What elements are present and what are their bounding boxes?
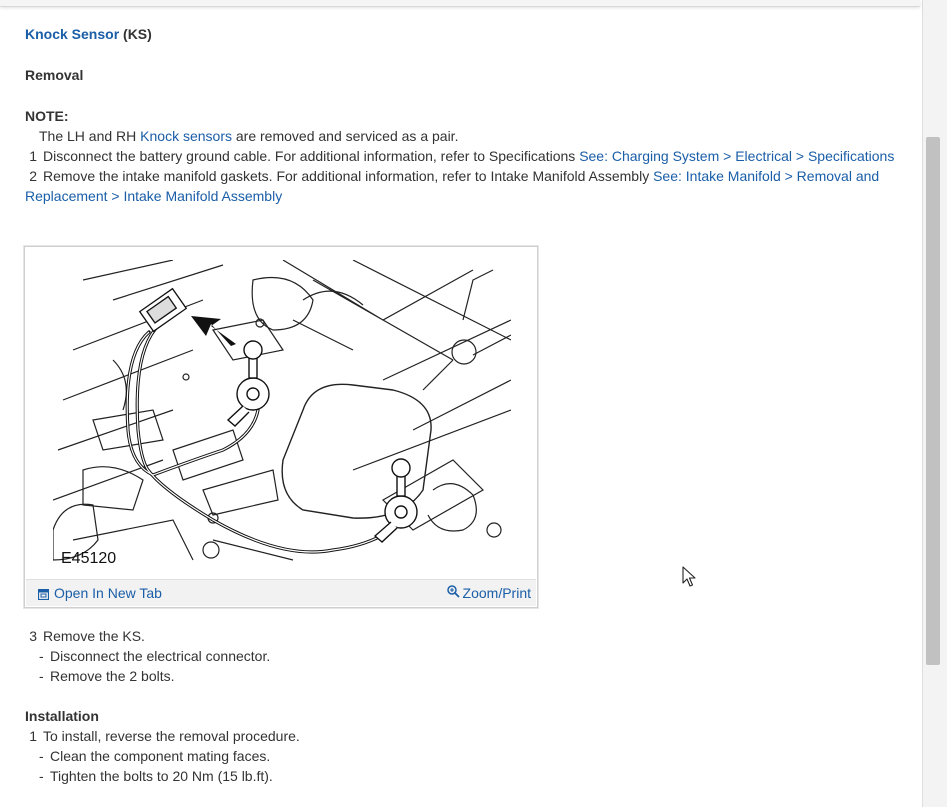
open-new-tab-button[interactable]: Open In New Tab	[38, 585, 162, 601]
figure-toolbar: Open In New Tab Zoom/Print	[26, 579, 536, 606]
note-text-before: The LH and RH	[39, 128, 141, 144]
knock-sensor-link[interactable]: Knock Sensor	[25, 26, 119, 42]
zoom-print-label: Zoom/Print	[462, 585, 531, 601]
vertical-scrollbar[interactable]	[923, 0, 947, 807]
installation-heading: Installation	[25, 708, 99, 724]
step-number: 2	[29, 168, 37, 184]
step-number: 3	[29, 628, 37, 644]
open-new-tab-icon	[38, 588, 49, 600]
knock-sensors-link[interactable]: Knock sensors	[140, 128, 232, 144]
step-text: Remove the intake manifold gaskets. For …	[43, 168, 654, 184]
step-text: Remove the KS.	[43, 628, 145, 644]
sub-step: - Tighten the bolts to 20 Nm (15 lb.ft).	[39, 768, 273, 784]
installation-step-1: 1 To install, reverse the removal procedu…	[25, 726, 915, 746]
sub-step: - Clean the component mating faces.	[39, 748, 271, 764]
removal-step-3: 3 Remove the KS.	[25, 626, 915, 646]
step-number: 1	[29, 728, 37, 744]
sub-step: - Disconnect the electrical connector.	[39, 648, 271, 664]
top-bar	[0, 0, 920, 7]
knock-sensor-diagram[interactable]: E45120	[53, 260, 511, 568]
step-text: To install, reverse the removal procedur…	[43, 728, 300, 744]
removal-step-1: 1 Disconnect the battery ground cable. Fo…	[25, 146, 915, 166]
sub-step-text: Tighten the bolts to 20 Nm (15 lb.ft).	[50, 768, 273, 784]
step-text: Disconnect the battery ground cable. For…	[43, 148, 580, 164]
page: Knock Sensor (KS) Removal NOTE: The LH a…	[0, 0, 923, 807]
charging-system-spec-link[interactable]: See: Charging System > Electrical > Spec…	[579, 148, 894, 164]
article-content: Knock Sensor (KS) Removal NOTE: The LH a…	[25, 24, 915, 206]
note-text-after: are removed and serviced as a pair.	[232, 128, 459, 144]
scrollbar-thumb[interactable]	[926, 137, 940, 665]
sub-step-text: Remove the 2 bolts.	[50, 668, 175, 684]
removal-step-2: 2 Remove the intake manifold gaskets. For…	[25, 166, 905, 206]
page-title: Knock Sensor (KS)	[25, 24, 915, 44]
article-content-lower: 3 Remove the KS. - Disconnect the electric…	[25, 626, 915, 786]
sub-step: - Remove the 2 bolts.	[39, 668, 175, 684]
removal-heading: Removal	[25, 67, 84, 83]
sub-step-text: Clean the component mating faces.	[50, 748, 271, 764]
figure-panel: E45120 Open In New Tab Zoom/Print	[24, 246, 538, 608]
note-label: NOTE:	[25, 108, 69, 124]
note-text: The LH and RH Knock sensors are removed …	[25, 126, 915, 146]
sub-step-text: Disconnect the electrical connector.	[50, 648, 271, 664]
figure-code: E45120	[61, 550, 116, 567]
step-number: 1	[29, 148, 37, 164]
title-suffix: (KS)	[119, 26, 152, 42]
open-new-tab-label: Open In New Tab	[54, 585, 162, 601]
zoom-icon	[446, 585, 460, 598]
zoom-print-button[interactable]: Zoom/Print	[446, 585, 531, 601]
mouse-cursor-icon	[682, 566, 696, 593]
